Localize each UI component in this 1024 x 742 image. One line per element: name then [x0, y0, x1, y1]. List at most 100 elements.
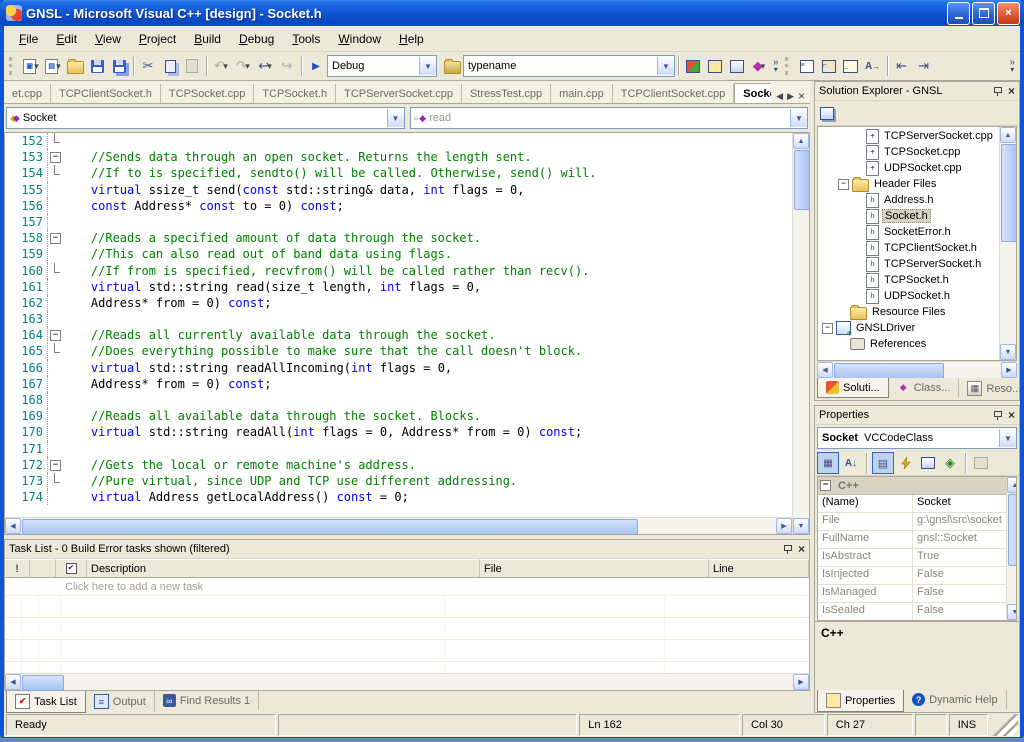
fold-margin[interactable] — [48, 360, 62, 376]
scroll-down-button[interactable]: ▼ — [1007, 604, 1017, 620]
tree-item-gnsldriver[interactable]: −GNSLDriver — [818, 320, 999, 336]
properties-button[interactable] — [817, 103, 837, 123]
paste-button[interactable] — [181, 55, 203, 77]
open-file-button[interactable] — [64, 55, 86, 77]
tree-item-socket-h[interactable]: hSocket.h — [818, 208, 999, 224]
tab-output[interactable]: ≡ Output — [86, 691, 155, 712]
menu-item-tools[interactable]: Tools — [283, 28, 329, 50]
checked-column-header[interactable]: ✔ — [56, 559, 87, 577]
fold-collapse-icon[interactable]: − — [50, 330, 61, 341]
menu-item-debug[interactable]: Debug — [230, 28, 283, 50]
document-tab-main.cpp[interactable]: main.cpp — [551, 84, 613, 103]
quick-info-button[interactable]: _ — [840, 55, 862, 77]
code-line[interactable]: 173 //Pure virtual, since UDP and TCP us… — [5, 473, 792, 489]
navigate-back-button[interactable]: ↩▾ — [254, 55, 276, 77]
scrollbar-thumb[interactable] — [22, 675, 64, 691]
tab-properties[interactable]: Properties — [817, 690, 904, 712]
code-line[interactable]: 174 virtual Address getLocalAddress() co… — [5, 489, 792, 505]
document-tab-tcpsocket.h[interactable]: TCPSocket.h — [254, 84, 336, 103]
add-task-row[interactable]: Click here to add a new task — [5, 578, 809, 596]
property-pages-button[interactable] — [971, 453, 991, 473]
scroll-left-button[interactable]: ◀ — [5, 518, 21, 534]
editor-vertical-scrollbar[interactable]: ▲ ▼ — [792, 133, 809, 534]
save-button[interactable] — [86, 55, 108, 77]
fold-margin[interactable] — [48, 311, 62, 327]
fold-margin[interactable]: − — [48, 457, 62, 473]
tree-item-header-files[interactable]: −Header Files — [818, 176, 999, 192]
fold-margin[interactable] — [48, 182, 62, 198]
fold-margin[interactable] — [48, 424, 62, 440]
priority-column-header[interactable]: ! — [5, 559, 30, 577]
tree-item-address-h[interactable]: hAddress.h — [818, 192, 999, 208]
scroll-right-button[interactable]: ▶ — [1001, 362, 1017, 378]
code-line[interactable]: 156 const Address* const to = 0) const; — [5, 198, 792, 214]
word-completion-button[interactable]: ≡ — [796, 55, 818, 77]
pin-icon[interactable] — [783, 545, 792, 554]
grid-vertical-scrollbar[interactable]: ▲ ▼ — [1006, 477, 1017, 620]
category-column-header[interactable] — [30, 559, 56, 577]
toolbar-grip[interactable] — [785, 57, 793, 75]
document-tab-tcpserversocket.cpp[interactable]: TCPServerSocket.cpp — [336, 84, 462, 103]
scrollbar-thumb[interactable] — [834, 363, 944, 379]
tree-item-tcpclientsocket-h[interactable]: hTCPClientSocket.h — [818, 240, 999, 256]
fold-margin[interactable] — [48, 343, 62, 359]
class-view-button[interactable]: ◆▾ — [748, 55, 770, 77]
scroll-up-button[interactable]: ▲ — [1000, 127, 1016, 143]
tab-task-list[interactable]: ✔ Task List — [6, 691, 86, 713]
task-list-horizontal-scrollbar[interactable]: ◀ ▶ — [5, 673, 809, 690]
tab-find-results[interactable]: ∞ Find Results 1 — [155, 691, 259, 710]
new-project-button[interactable]: ▣▾ — [20, 55, 42, 77]
close-document-button[interactable]: × — [798, 89, 805, 103]
property-row-ismanaged[interactable]: IsManagedFalse — [818, 585, 1006, 603]
scrollbar-thumb[interactable] — [1001, 144, 1017, 242]
menu-item-window[interactable]: Window — [329, 28, 390, 50]
document-tab-socket.h[interactable]: Socket.h — [734, 83, 771, 103]
code-line[interactable]: 160 //If from is specified, recvfrom() w… — [5, 263, 792, 279]
tree-item-tcpserversocket-h[interactable]: hTCPServerSocket.h — [818, 256, 999, 272]
fold-collapse-icon[interactable]: − — [50, 233, 61, 244]
members-combo[interactable]: ≡ ◆ read ▼ — [410, 107, 809, 129]
code-line[interactable]: 152 — [5, 133, 792, 149]
fold-margin[interactable] — [48, 392, 62, 408]
fold-margin[interactable]: − — [48, 327, 62, 343]
fold-margin[interactable] — [48, 165, 62, 181]
fold-collapse-icon[interactable]: − — [50, 152, 61, 163]
tab-dynamic-help[interactable]: ? Dynamic Help — [904, 690, 1006, 709]
property-row-isabstract[interactable]: IsAbstractTrue — [818, 549, 1006, 567]
document-tab-tcpsocket.cpp[interactable]: TCPSocket.cpp — [161, 84, 254, 103]
categorized-button[interactable]: ▦ — [817, 452, 839, 474]
property-row-issealed[interactable]: IsSealedFalse — [818, 603, 1006, 621]
menu-item-edit[interactable]: Edit — [47, 28, 86, 50]
code-line[interactable]: 161 virtual std::string read(size_t leng… — [5, 279, 792, 295]
decrease-indent-button[interactable]: ⇤ — [891, 55, 913, 77]
tab-resource-view[interactable]: ▦ Reso... — [959, 378, 1024, 399]
tree-item-tcpserversocket-cpp[interactable]: +TCPServerSocket.cpp — [818, 128, 999, 144]
code-line[interactable]: 159 //This can also read out of band dat… — [5, 246, 792, 262]
menu-item-help[interactable]: Help — [390, 28, 433, 50]
restore-button[interactable] — [972, 2, 995, 25]
scroll-right-button[interactable]: ▶ — [793, 674, 809, 690]
tree-item-udpsocket-h[interactable]: hUDPSocket.h — [818, 288, 999, 304]
property-row-fullname[interactable]: FullNamegnsl::Socket — [818, 531, 1006, 549]
toolbar-grip[interactable] — [9, 57, 17, 75]
increase-indent-button[interactable]: ⇥ — [913, 55, 935, 77]
alphabetical-button[interactable]: A↓ — [841, 453, 861, 473]
fold-margin[interactable]: − — [48, 149, 62, 165]
properties-window-button[interactable] — [704, 55, 726, 77]
save-all-button[interactable] — [108, 55, 130, 77]
add-item-button[interactable]: ▤▾ — [42, 55, 64, 77]
editor-text-area[interactable]: 152153− //Sends data through an open soc… — [5, 133, 792, 517]
scroll-tabs-right-button[interactable]: ▶ — [787, 91, 794, 102]
fold-margin[interactable] — [48, 214, 62, 230]
close-icon[interactable]: × — [798, 542, 805, 556]
fold-margin[interactable] — [48, 279, 62, 295]
code-line[interactable]: 158− //Reads a specified amount of data … — [5, 230, 792, 246]
code-line[interactable]: 167 Address* from = 0) const; — [5, 376, 792, 392]
fold-margin[interactable]: − — [48, 230, 62, 246]
object-combo[interactable]: Socket VCCodeClass ▼ — [817, 427, 1017, 449]
code-line[interactable]: 154 //If to is specified, sendto() will … — [5, 165, 792, 181]
code-line[interactable]: 163 — [5, 311, 792, 327]
property-row-file[interactable]: Fileg:\gnsl\src\socket — [818, 513, 1006, 531]
scroll-down-button[interactable]: ▼ — [793, 518, 809, 534]
document-tab-stresstest.cpp[interactable]: StressTest.cpp — [462, 84, 551, 103]
